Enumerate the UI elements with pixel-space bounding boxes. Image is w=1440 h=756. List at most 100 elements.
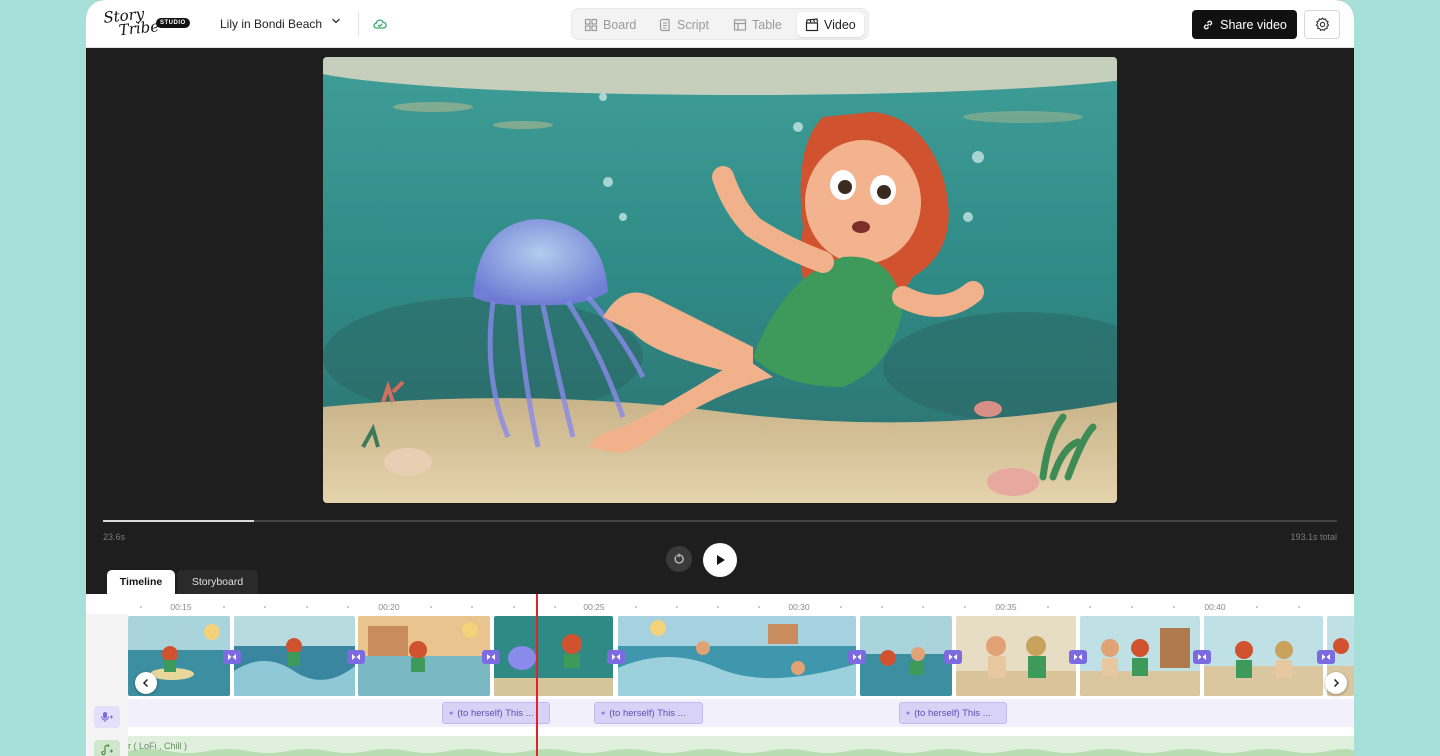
tab-board[interactable]: Board — [576, 12, 644, 37]
ruler-tick — [554, 606, 556, 608]
ruler-tick — [635, 606, 637, 608]
tab-video-label: Video — [824, 17, 856, 32]
tab-script-label: Script — [677, 17, 709, 32]
ruler-tick — [264, 606, 266, 608]
scroll-right-button[interactable] — [1325, 672, 1347, 694]
transition-marker[interactable] — [1317, 650, 1335, 664]
current-time: 23.6s — [103, 532, 126, 542]
script-icon — [659, 18, 670, 31]
ruler-tick — [1047, 606, 1049, 608]
settings-button[interactable] — [1304, 10, 1340, 39]
ruler-tick — [1131, 606, 1133, 608]
playhead[interactable] — [536, 594, 538, 756]
transition-marker[interactable] — [944, 650, 962, 664]
clip-thumbnail[interactable] — [234, 616, 355, 696]
speech-marker: ● — [601, 709, 606, 717]
transition-icon — [612, 654, 620, 660]
ruler-tick — [881, 606, 883, 608]
ruler-tick — [1173, 606, 1175, 608]
panel-tab-storyboard[interactable]: Storyboard — [177, 570, 258, 594]
music-track-label: r ( LoFi , Chill ) — [128, 741, 188, 751]
timeline-panel: 00:15 00:20 00:25 00:30 00:35 00:40 ● (t… — [86, 594, 1354, 756]
panel-tab-timeline[interactable]: Timeline — [107, 570, 175, 594]
video-progress-track[interactable] — [103, 520, 1337, 522]
scroll-left-button[interactable] — [135, 672, 157, 694]
ruler-tick — [430, 606, 432, 608]
speech-clip-label: (to herself) This ... — [914, 707, 991, 719]
ruler-tick — [758, 606, 760, 608]
add-music-button[interactable] — [94, 740, 120, 756]
video-clip-track — [128, 616, 1354, 696]
ruler-tick — [306, 606, 308, 608]
replay-icon — [674, 553, 684, 564]
logo-wordmark: Story Tribe — [102, 5, 159, 40]
transition-marker[interactable] — [482, 650, 500, 664]
ruler-tick — [922, 606, 924, 608]
transition-icon — [228, 654, 236, 660]
play-button[interactable] — [703, 543, 737, 577]
ruler-label: 00:40 — [1204, 602, 1226, 612]
transition-icon — [1322, 654, 1330, 660]
ruler-tick — [1298, 606, 1300, 608]
transition-icon — [487, 654, 495, 660]
transition-marker[interactable] — [1069, 650, 1087, 664]
ruler-label: 00:35 — [995, 602, 1017, 612]
clip-thumbnail[interactable] — [358, 616, 490, 696]
transition-icon — [352, 654, 360, 660]
music-note-icon — [101, 744, 113, 756]
time-ruler[interactable]: 00:15 00:20 00:25 00:30 00:35 00:40 — [128, 594, 1354, 614]
clapperboard-icon — [805, 17, 819, 31]
ruler-label: 00:25 — [583, 602, 605, 612]
transition-marker[interactable] — [607, 650, 625, 664]
chevron-right-icon — [1333, 678, 1340, 688]
tab-board-label: Board — [603, 17, 637, 32]
speech-clip[interactable]: ● (to herself) This ... — [442, 702, 550, 724]
transition-marker[interactable] — [223, 650, 241, 664]
tab-video[interactable]: Video — [797, 12, 864, 37]
view-tabs: Board Script Table Video — [571, 8, 869, 40]
add-voice-button[interactable] — [94, 706, 120, 728]
table-icon — [733, 18, 747, 31]
ruler-tick — [840, 606, 842, 608]
speech-clip[interactable]: ● (to herself) This ... — [899, 702, 1007, 724]
tab-script[interactable]: Script — [650, 12, 717, 37]
clip-thumbnail[interactable] — [1080, 616, 1200, 696]
project-name[interactable]: Lily in Bondi Beach — [220, 17, 322, 31]
replay-button[interactable] — [666, 546, 692, 572]
speech-clip-label: (to herself) This ... — [457, 707, 534, 719]
ruler-tick — [1256, 606, 1258, 608]
tab-table-label: Table — [752, 17, 782, 32]
share-video-label: Share video — [1220, 17, 1287, 32]
speech-clip[interactable]: ● (to herself) This ... — [594, 702, 703, 724]
speech-marker: ● — [449, 709, 454, 717]
chevron-down-icon[interactable] — [330, 15, 342, 27]
transition-icon — [853, 654, 861, 660]
speech-clip-label: (to herself) This ... — [609, 707, 686, 719]
transition-marker[interactable] — [1193, 650, 1211, 664]
clip-thumbnail[interactable] — [860, 616, 952, 696]
clip-thumbnail[interactable] — [956, 616, 1076, 696]
transition-marker[interactable] — [347, 650, 365, 664]
ruler-tick — [347, 606, 349, 608]
cloud-sync-icon — [373, 19, 387, 29]
clip-thumbnail[interactable] — [618, 616, 856, 696]
ruler-tick — [964, 606, 966, 608]
ruler-tick — [676, 606, 678, 608]
transition-icon — [1074, 654, 1082, 660]
transition-marker[interactable] — [848, 650, 866, 664]
transition-icon — [949, 654, 957, 660]
video-frame[interactable] — [323, 57, 1117, 503]
logo[interactable]: Story Tribe STUDIO — [102, 5, 194, 40]
transition-icon — [1198, 654, 1206, 660]
voice-track — [128, 699, 1354, 727]
ruler-tick — [1089, 606, 1091, 608]
ruler-tick — [717, 606, 719, 608]
app-window: Story Tribe STUDIO Lily in Bondi Beach B… — [86, 0, 1354, 756]
link-icon — [1203, 20, 1213, 29]
clip-thumbnail[interactable] — [1204, 616, 1323, 696]
share-video-button[interactable]: Share video — [1192, 10, 1297, 39]
clip-thumbnail[interactable] — [494, 616, 613, 696]
ruler-tick — [140, 606, 142, 608]
speech-marker: ● — [906, 709, 911, 717]
tab-table[interactable]: Table — [725, 12, 790, 37]
